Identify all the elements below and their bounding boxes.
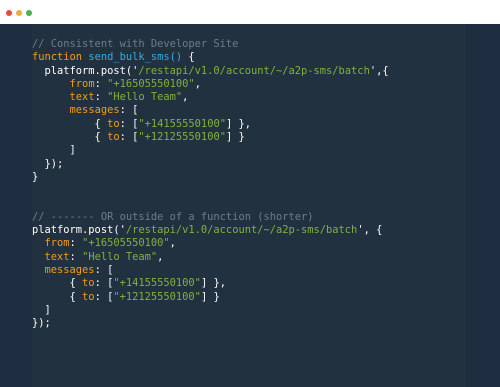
- code-token-plain: : [: [94, 264, 114, 277]
- code-token-keyword: function: [32, 51, 89, 64]
- code-line: function send_bulk_sms() {: [32, 51, 389, 64]
- code-token-prop: to: [82, 277, 95, 290]
- code-token-prop: text: [69, 91, 95, 104]
- code-token-plain: ,: [157, 250, 164, 263]
- code-token-plain: ', {: [357, 224, 383, 237]
- code-token-string: "+12125550100": [138, 131, 226, 144]
- code-token-string: "+16505550100": [82, 237, 170, 250]
- code-line: platform.post('/restapi/v1.0/account/~/a…: [32, 224, 389, 237]
- code-token-plain: {: [182, 51, 195, 64]
- code-token-func: send_bulk_sms(): [88, 51, 183, 64]
- code-token-plain: {: [32, 290, 83, 303]
- code-token-comment: // Consistent with Developer Site: [32, 38, 239, 50]
- code-token-comment: // ------- OR outside of a function (sho…: [32, 210, 314, 223]
- zoom-dot-icon[interactable]: [26, 10, 32, 16]
- code-line: // ------- OR outside of a function (sho…: [32, 211, 389, 224]
- code-token-plain: platform.post(': [32, 224, 126, 237]
- code-token-prop: to: [107, 117, 120, 130]
- code-line: { to: ["+12125550100"] }: [32, 131, 389, 144]
- close-dot-icon[interactable]: [6, 10, 12, 16]
- code-token-plain: ]: [32, 144, 76, 157]
- code-token-plain: : [: [119, 131, 139, 144]
- code-token-string: "+14155550100": [113, 277, 201, 290]
- code-line: messages: [: [32, 264, 389, 277]
- code-token-plain: });: [32, 157, 64, 170]
- code-line: messages: [: [32, 104, 389, 117]
- code-panel: // Consistent with Developer Site functio…: [32, 24, 466, 387]
- code-block: // Consistent with Developer Site functio…: [32, 38, 389, 331]
- code-token-plain: });: [32, 317, 51, 330]
- code-token-plain: ,: [194, 77, 201, 90]
- code-token-plain: :: [69, 237, 83, 250]
- code-line: text: "Hello Team",: [32, 91, 389, 104]
- code-token-plain: :: [94, 91, 108, 104]
- code-token-prop: to: [107, 131, 120, 144]
- code-token-plain: : [: [119, 117, 139, 130]
- code-token-string: "Hello Team": [82, 250, 158, 263]
- code-line: { to: ["+14155550100"] },: [32, 277, 389, 290]
- code-line: text: "Hello Team",: [32, 251, 389, 264]
- code-line: }: [32, 171, 389, 184]
- code-line: { to: ["+14155550100"] },: [32, 118, 389, 131]
- code-token-string: "+14155550100": [138, 117, 226, 130]
- code-token-plain: }: [32, 170, 39, 183]
- code-token-plain: : [: [94, 277, 114, 290]
- code-token-plain: :: [94, 77, 108, 90]
- code-token-string: "+12125550100": [113, 290, 201, 303]
- code-line: ]: [32, 304, 389, 317]
- code-token-plain: ]: [32, 303, 51, 316]
- code-line: ]: [32, 144, 389, 157]
- code-token-plain: ] }: [200, 290, 220, 303]
- code-line: platform.post('/restapi/v1.0/account/~/a…: [32, 65, 389, 78]
- code-line: from: "+16505550100",: [32, 237, 389, 250]
- code-token-string: "+16505550100": [107, 77, 195, 90]
- code-line: // Consistent with Developer Site: [32, 38, 389, 51]
- code-token-string: "Hello Team": [107, 91, 183, 104]
- minimize-dot-icon[interactable]: [16, 10, 22, 16]
- code-line: from: "+16505550100",: [32, 78, 389, 91]
- code-line: });: [32, 158, 389, 171]
- code-token-plain: {: [32, 131, 108, 144]
- code-token-prop: from: [44, 237, 70, 250]
- code-token-plain: :: [69, 250, 83, 263]
- code-token-plain: {: [32, 277, 83, 290]
- code-token-prop: messages: [69, 104, 120, 117]
- window-titlebar: [0, 0, 500, 24]
- code-token-plain: ,: [182, 91, 189, 104]
- code-window: // Consistent with Developer Site functio…: [0, 0, 500, 387]
- code-token-plain: ] }: [225, 131, 245, 144]
- code-token-plain: : [: [94, 290, 114, 303]
- code-token-path: /restapi/v1.0/account/~/a2p-sms/batch: [138, 64, 370, 77]
- code-token-plain: ] },: [200, 277, 226, 290]
- code-token-plain: ,: [169, 237, 176, 250]
- code-token-plain: platform.post(': [32, 64, 139, 77]
- code-token-prop: text: [44, 250, 70, 263]
- code-token-prop: to: [82, 290, 95, 303]
- code-line: });: [32, 317, 389, 330]
- code-token-prop: messages: [44, 264, 95, 277]
- code-token-plain: : [: [119, 104, 139, 117]
- code-token-plain: ] },: [225, 117, 251, 130]
- code-token-path: /restapi/v1.0/account/~/a2p-sms/batch: [125, 224, 358, 237]
- code-token-plain: {: [32, 117, 108, 130]
- code-token-plain: ',{: [369, 64, 389, 77]
- code-token-prop: from: [69, 77, 95, 90]
- code-line: { to: ["+12125550100"] }: [32, 291, 389, 304]
